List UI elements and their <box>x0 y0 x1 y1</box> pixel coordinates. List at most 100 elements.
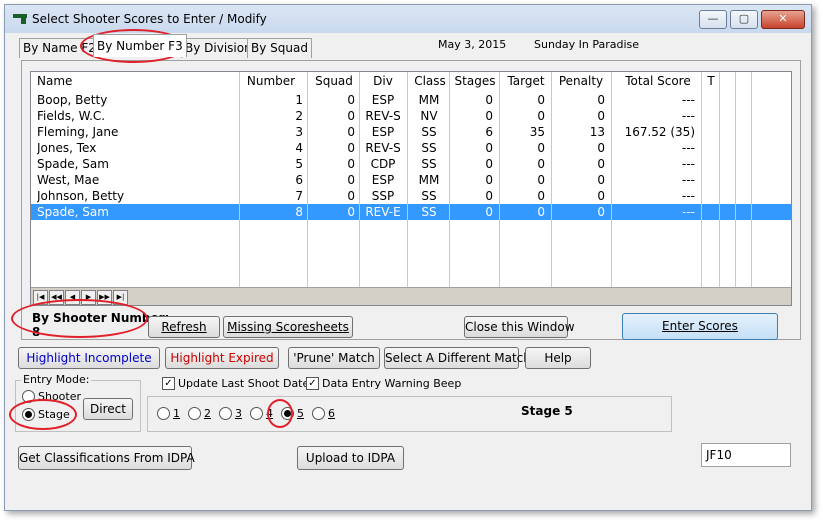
prev-record-button[interactable]: ◀ <box>65 290 80 305</box>
column-header-number[interactable]: Number <box>241 72 301 90</box>
warning-beep-checkbox[interactable]: ✓ <box>306 377 319 390</box>
column-divider <box>449 72 450 287</box>
cell-class: SS <box>421 141 437 155</box>
cell-name: Boop, Betty <box>37 93 108 107</box>
cell-squad: 0 <box>347 173 355 187</box>
cell-total: --- <box>682 157 695 171</box>
stage-radio-5[interactable] <box>281 407 294 420</box>
stage-radio-3[interactable] <box>219 407 232 420</box>
first-record-button[interactable]: |◀ <box>33 290 48 305</box>
entry-mode-label: Entry Mode: <box>21 373 92 386</box>
close-window-button[interactable]: Close this Window <box>464 316 575 338</box>
column-header-class[interactable]: Class <box>409 72 451 90</box>
close-button[interactable]: ✕ <box>761 10 805 29</box>
help-button[interactable]: Help <box>525 347 591 369</box>
prune-match-button[interactable]: 'Prune' Match <box>288 347 380 369</box>
next-page-button[interactable]: ▶▶ <box>97 290 112 305</box>
refresh-label: Refresh <box>161 320 207 334</box>
cell-squad: 0 <box>347 157 355 171</box>
cell-total: --- <box>682 189 695 203</box>
stage-mode-radio[interactable] <box>22 408 35 421</box>
cell-target: 0 <box>537 141 545 155</box>
cell-class: SS <box>421 125 437 139</box>
table-row[interactable]: Fleming, Jane 3 0 ESP SS 6 35 13 167.52 (35) <box>31 124 791 140</box>
cell-number: 4 <box>295 141 303 155</box>
update-last-shoot-checkbox[interactable]: ✓ <box>162 377 175 390</box>
table-row[interactable]: Fields, W.C. 2 0 REV-S NV 0 0 0 --- <box>31 108 791 124</box>
column-divider <box>611 72 612 287</box>
table-row[interactable]: West, Mae 6 0 ESP MM 0 0 0 --- <box>31 172 791 188</box>
cell-total: 167.52 (35) <box>624 125 695 139</box>
column-divider <box>239 72 240 287</box>
stage-radio-1[interactable] <box>157 407 170 420</box>
tab-panel: Name Number Squad Div Class Stages Targe… <box>21 60 801 340</box>
tab-by-number[interactable]: By Number F3 <box>93 34 187 57</box>
cell-class: SS <box>421 157 437 171</box>
cell-class: SS <box>421 189 437 203</box>
cell-div: REV-S <box>365 141 401 155</box>
cell-stages: 6 <box>485 125 493 139</box>
table-header: Name Number Squad Div Class Stages Targe… <box>31 72 791 90</box>
column-header-stages[interactable]: Stages <box>451 72 499 90</box>
table-row[interactable]: Spade, Sam 5 0 CDP SS 0 0 0 --- <box>31 156 791 172</box>
tab-by-division[interactable]: By Division <box>181 38 256 58</box>
table-row[interactable]: Jones, Tex 4 0 REV-S SS 0 0 0 --- <box>31 140 791 156</box>
cell-number: 2 <box>295 109 303 123</box>
cell-name: Spade, Sam <box>37 157 109 171</box>
last-record-button[interactable]: ▶| <box>113 290 128 305</box>
upload-idpa-button[interactable]: Upload to IDPA <box>297 446 404 470</box>
table-row[interactable]: Johnson, Betty 7 0 SSP SS 0 0 0 --- <box>31 188 791 204</box>
update-last-shoot-label: Update Last Shoot Date <box>178 377 310 390</box>
close-window-label: Close this Window <box>465 320 575 334</box>
stage-radio-label: 4 <box>266 407 273 420</box>
cell-squad: 0 <box>347 141 355 155</box>
record-navigator: |◀ ◀◀ ◀ ▶ ▶▶ ▶| <box>31 287 791 305</box>
stage-indicator: Stage 5 <box>521 404 573 418</box>
stage-radio-6[interactable] <box>312 407 325 420</box>
cell-number: 5 <box>295 157 303 171</box>
refresh-button[interactable]: Refresh <box>148 316 220 338</box>
missing-scoresheets-button[interactable]: Missing Scoresheets <box>223 316 353 338</box>
column-divider <box>359 72 360 287</box>
code-field[interactable]: JF10 <box>701 443 791 467</box>
get-classifications-button[interactable]: Get Classifications From IDPA <box>18 446 195 470</box>
shooter-table[interactable]: Name Number Squad Div Class Stages Targe… <box>30 71 792 306</box>
cell-penalty: 0 <box>597 93 605 107</box>
direct-button[interactable]: Direct <box>83 398 133 420</box>
table-row[interactable]: Spade, Sam 8 0 REV-E SS 0 0 0 --- <box>31 204 791 220</box>
highlight-expired-button[interactable]: Highlight Expired <box>165 347 279 369</box>
cell-target: 0 <box>537 157 545 171</box>
tab-by-name[interactable]: By Name F2 <box>19 38 100 58</box>
cell-penalty: 0 <box>597 189 605 203</box>
cell-number: 8 <box>295 205 303 219</box>
column-header-penalty[interactable]: Penalty <box>553 72 609 90</box>
cell-stages: 0 <box>485 189 493 203</box>
tab-by-squad[interactable]: By Squad <box>247 38 312 58</box>
cell-squad: 0 <box>347 109 355 123</box>
table-row[interactable]: Boop, Betty 1 0 ESP MM 0 0 0 --- <box>31 92 791 108</box>
highlight-incomplete-button[interactable]: Highlight Incomplete <box>18 347 160 369</box>
stage-radio-2[interactable] <box>188 407 201 420</box>
stage-mode-label: Stage <box>38 408 70 421</box>
cell-number: 6 <box>295 173 303 187</box>
maximize-button[interactable]: ▢ <box>730 10 758 29</box>
column-divider <box>499 72 500 287</box>
column-header-t[interactable]: T <box>703 72 719 90</box>
column-header-total-score[interactable]: Total Score <box>615 72 701 90</box>
column-divider <box>719 72 720 287</box>
stage-radio-label: 6 <box>328 407 335 420</box>
column-header-div[interactable]: Div <box>361 72 405 90</box>
next-record-button[interactable]: ▶ <box>81 290 96 305</box>
minimize-button[interactable]: — <box>699 10 727 29</box>
enter-scores-button[interactable]: Enter Scores <box>622 313 778 340</box>
shooter-mode-radio[interactable] <box>22 390 35 403</box>
column-header-name[interactable]: Name <box>37 72 237 90</box>
column-header-target[interactable]: Target <box>501 72 551 90</box>
stage-radio-4[interactable] <box>250 407 263 420</box>
prev-page-button[interactable]: ◀◀ <box>49 290 64 305</box>
cell-squad: 0 <box>347 93 355 107</box>
column-divider <box>751 72 752 287</box>
column-header-squad[interactable]: Squad <box>309 72 359 90</box>
select-different-match-button[interactable]: Select A Different Match <box>384 347 531 369</box>
stage-radio-label: 5 <box>297 407 304 420</box>
